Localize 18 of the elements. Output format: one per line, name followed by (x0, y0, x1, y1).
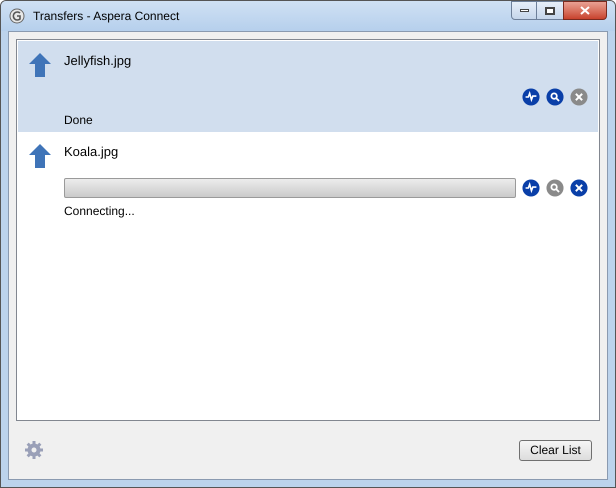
file-name: Jellyfish.jpg (64, 52, 132, 70)
close-button[interactable] (563, 1, 607, 20)
upload-arrow-icon (28, 52, 52, 78)
transfer-row[interactable]: Jellyfish.jpg Done (18, 41, 598, 132)
maximize-button[interactable] (537, 1, 563, 20)
upload-arrow-icon (28, 143, 52, 169)
transfer-status: Done (64, 112, 94, 128)
pulse-icon[interactable] (522, 178, 540, 196)
app-logo-icon (9, 8, 25, 24)
search-icon[interactable] (546, 88, 564, 106)
clear-list-button[interactable]: Clear List (519, 440, 592, 460)
window-title: Transfers - Aspera Connect (33, 8, 180, 25)
close-icon[interactable] (570, 178, 588, 196)
transfer-status: Connecting... (64, 202, 136, 220)
file-name: Koala.jpg (64, 143, 120, 161)
close-icon (580, 6, 590, 15)
minimize-button[interactable] (511, 1, 537, 20)
pulse-icon[interactable] (522, 88, 540, 106)
